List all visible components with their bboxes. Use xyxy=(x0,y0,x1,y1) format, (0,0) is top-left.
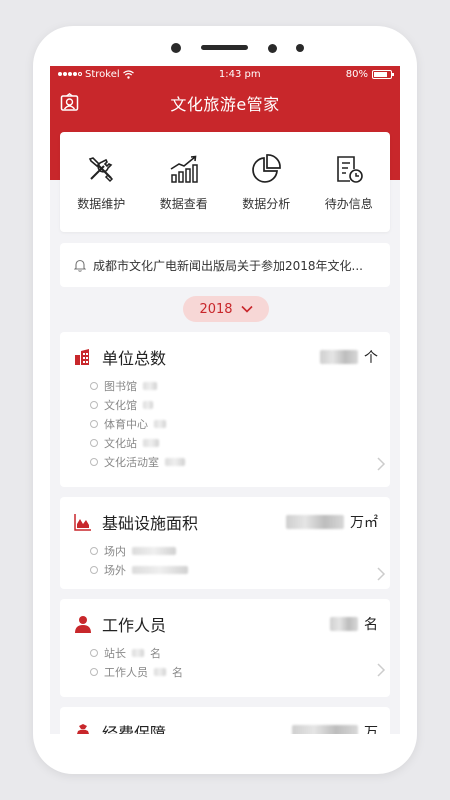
wrench-screwdriver-icon xyxy=(89,156,114,182)
redacted-value xyxy=(320,350,358,364)
quick-action-label: 数据分析 xyxy=(242,196,291,211)
list-item: 场外 xyxy=(90,560,378,579)
wifi-icon xyxy=(122,69,134,79)
quick-action-label: 数据维护 xyxy=(77,196,126,211)
stat-unit: 名 xyxy=(364,617,378,633)
stat-card-units[interactable]: 单位总数 个 图书馆 文化馆 体育中心 文化站 文化活动室 xyxy=(60,332,390,487)
redacted-value xyxy=(292,725,358,734)
front-camera xyxy=(171,43,181,53)
area-chart-icon xyxy=(74,514,91,531)
stat-title: 经费保障 xyxy=(102,724,167,734)
list-item: 图书馆 xyxy=(90,376,378,395)
building-icon xyxy=(75,349,89,365)
stat-unit: 万 xyxy=(364,725,378,734)
money-icon xyxy=(77,724,89,734)
signal-dots-icon xyxy=(58,72,82,76)
status-bar: Strokel 1:43 pm 80% xyxy=(50,66,400,82)
badge-profile-icon[interactable] xyxy=(60,93,79,112)
chevron-right-icon xyxy=(377,663,386,677)
quick-actions-card: 数据维护 数据查看 数据分析 待办信息 xyxy=(60,132,390,232)
stat-title: 单位总数 xyxy=(102,349,167,368)
list-item: 文化馆 xyxy=(90,395,378,414)
redacted-value xyxy=(330,617,358,631)
year-selector[interactable]: 2018 xyxy=(183,296,269,322)
document-clock-icon xyxy=(336,155,363,183)
list-item: 文化活动室 xyxy=(90,452,378,471)
pie-chart-icon xyxy=(252,153,282,183)
year-value: 2018 xyxy=(199,301,233,317)
quick-action-label: 待办信息 xyxy=(324,196,373,211)
redacted-value xyxy=(286,515,344,529)
notice-text: 成都市文化广电新闻出版局关于参加2018年文化... xyxy=(93,258,363,273)
quick-action-todo[interactable]: 待办信息 xyxy=(308,132,391,232)
light-sensor xyxy=(296,44,304,52)
bell-icon xyxy=(74,259,86,272)
quick-action-data-analysis[interactable]: 数据分析 xyxy=(225,132,308,232)
quick-action-data-view[interactable]: 数据查看 xyxy=(143,132,226,232)
chevron-right-icon xyxy=(377,567,386,581)
app-screen: Strokel 1:43 pm 80% 文化旅游e管家 数据维护 数据查看 数据… xyxy=(50,66,400,734)
phone-frame: Strokel 1:43 pm 80% 文化旅游e管家 数据维护 数据查看 数据… xyxy=(33,26,417,774)
chevron-down-icon xyxy=(240,305,253,313)
earpiece-speaker xyxy=(201,45,248,50)
page-title: 文化旅游e管家 xyxy=(170,95,280,114)
stat-card-funding[interactable]: 经费保障 万 xyxy=(60,707,390,734)
stat-unit: 万㎡ xyxy=(350,515,378,531)
stat-item-list: 站长名 工作人员名 xyxy=(74,643,378,681)
stat-item-list: 场内 场外 xyxy=(74,541,378,579)
list-item: 体育中心 xyxy=(90,414,378,433)
battery-percent: 80% xyxy=(345,68,368,80)
bar-chart-trend-icon xyxy=(170,155,198,183)
quick-action-data-maintenance[interactable]: 数据维护 xyxy=(60,132,143,232)
notice-bar[interactable]: 成都市文化广电新闻出版局关于参加2018年文化... xyxy=(60,243,390,287)
stat-unit: 个 xyxy=(364,350,378,366)
quick-action-label: 数据查看 xyxy=(159,196,208,211)
stat-card-staff[interactable]: 工作人员 名 站长名 工作人员名 xyxy=(60,599,390,697)
nav-bar: 文化旅游e管家 xyxy=(50,86,400,120)
stat-title: 基础设施面积 xyxy=(102,514,199,533)
person-icon xyxy=(75,616,91,633)
clock-time: 1:43 pm xyxy=(218,68,261,80)
carrier-label: Strokel xyxy=(85,68,120,80)
list-item: 站长名 xyxy=(90,643,378,662)
list-item: 文化站 xyxy=(90,433,378,452)
battery-icon xyxy=(372,69,394,79)
stat-title: 工作人员 xyxy=(102,616,167,635)
stat-item-list: 图书馆 文化馆 体育中心 文化站 文化活动室 xyxy=(74,376,378,471)
list-item: 工作人员名 xyxy=(90,662,378,681)
list-item: 场内 xyxy=(90,541,378,560)
stat-card-area[interactable]: 基础设施面积 万㎡ 场内 场外 xyxy=(60,497,390,589)
proximity-sensor xyxy=(268,44,277,53)
chevron-right-icon xyxy=(377,457,386,471)
